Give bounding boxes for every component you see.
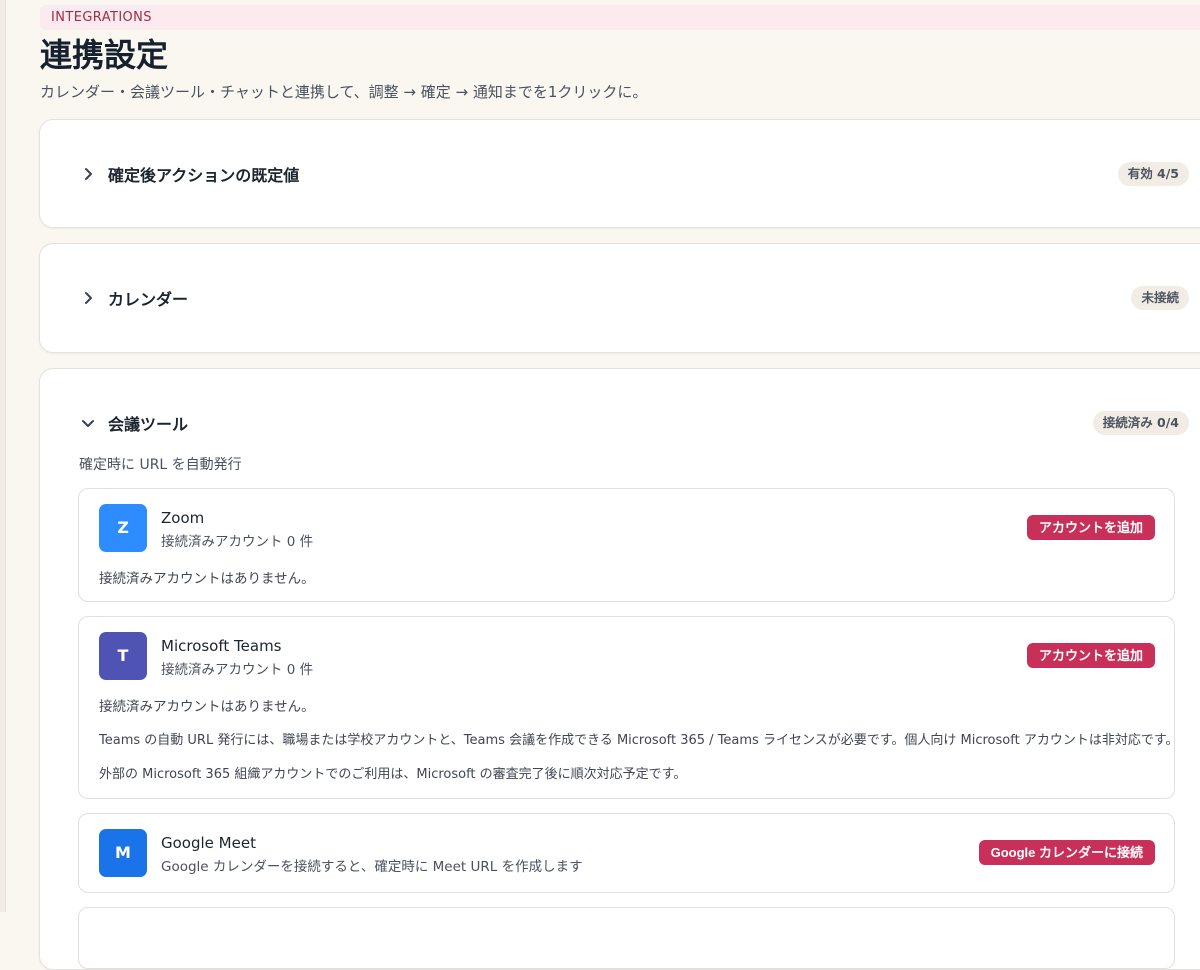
tool-account-count: 接続済みアカウント 0 件 bbox=[161, 534, 314, 550]
tool-teams: T Microsoft Teams 接続済みアカウント 0 件 アカウントを追加… bbox=[78, 616, 1179, 799]
tool-name: Zoom bbox=[161, 509, 205, 527]
add-account-button[interactable]: アカウントを追加 bbox=[1026, 643, 1155, 668]
zoom-logo-icon: Z bbox=[99, 504, 147, 552]
chevron-right-icon bbox=[80, 290, 96, 306]
teams-external-note: 外部の Microsoft 365 組織アカウントでのご利用は、Microsof… bbox=[99, 767, 687, 782]
page-subtitle: カレンダー・会議ツール・チャットと連携して、調整 → 確定 → 通知までを1クリ… bbox=[40, 83, 648, 101]
section-calendar-header[interactable]: カレンダー 未接続 bbox=[40, 283, 1189, 313]
section-defaults: 確定後アクションの既定値 有効 4/5 bbox=[39, 119, 1200, 228]
section-defaults-header[interactable]: 確定後アクションの既定値 有効 4/5 bbox=[40, 159, 1189, 189]
teams-logo-icon: T bbox=[99, 632, 147, 680]
tool-account-count: 接続済みアカウント 0 件 bbox=[161, 662, 314, 678]
google-meet-logo-icon: M bbox=[99, 829, 147, 877]
section-meeting-header[interactable]: 会議ツール 接続済み 0/4 bbox=[40, 408, 1189, 438]
tool-zoom: Z Zoom 接続済みアカウント 0 件 アカウントを追加 接続済みアカウントは… bbox=[78, 488, 1175, 602]
eyebrow-label: INTEGRATIONS bbox=[51, 10, 152, 25]
connect-google-calendar-button[interactable]: Google カレンダーに接続 bbox=[978, 840, 1155, 865]
section-meeting-title: 会議ツール bbox=[108, 415, 189, 434]
tool-google-meet: M Google Meet Google カレンダーを接続すると、確定時に Me… bbox=[78, 813, 1175, 893]
tool-name: Google Meet bbox=[161, 834, 256, 852]
chevron-right-icon bbox=[80, 166, 96, 182]
tool-next bbox=[78, 907, 1175, 969]
page-title: 連携設定 bbox=[40, 36, 169, 74]
empty-accounts-text: 接続済みアカウントはありません。 bbox=[99, 571, 315, 587]
section-meeting-tools: 会議ツール 接続済み 0/4 確定時に URL を自動発行 Z Zoom 接続済… bbox=[39, 368, 1200, 970]
section-calendar: カレンダー 未接続 bbox=[39, 243, 1200, 353]
section-calendar-title: カレンダー bbox=[108, 290, 189, 309]
left-rail bbox=[0, 0, 6, 912]
chevron-down-icon bbox=[80, 415, 96, 431]
status-badge: 未接続 bbox=[1131, 286, 1189, 310]
tool-name: Microsoft Teams bbox=[161, 637, 282, 655]
eyebrow-banner: INTEGRATIONS bbox=[40, 5, 1200, 30]
section-meeting-description: 確定時に URL を自動発行 bbox=[79, 457, 242, 473]
add-account-button[interactable]: アカウントを追加 bbox=[1026, 515, 1155, 540]
tool-description: Google カレンダーを接続すると、確定時に Meet URL を作成します bbox=[161, 859, 583, 875]
teams-license-note: Teams の自動 URL 発行には、職場または学校アカウントと、Teams 会… bbox=[99, 733, 1179, 748]
status-badge: 有効 4/5 bbox=[1117, 162, 1189, 186]
section-defaults-title: 確定後アクションの既定値 bbox=[108, 166, 300, 185]
empty-accounts-text: 接続済みアカウントはありません。 bbox=[99, 699, 315, 715]
status-badge: 接続済み 0/4 bbox=[1092, 411, 1189, 435]
